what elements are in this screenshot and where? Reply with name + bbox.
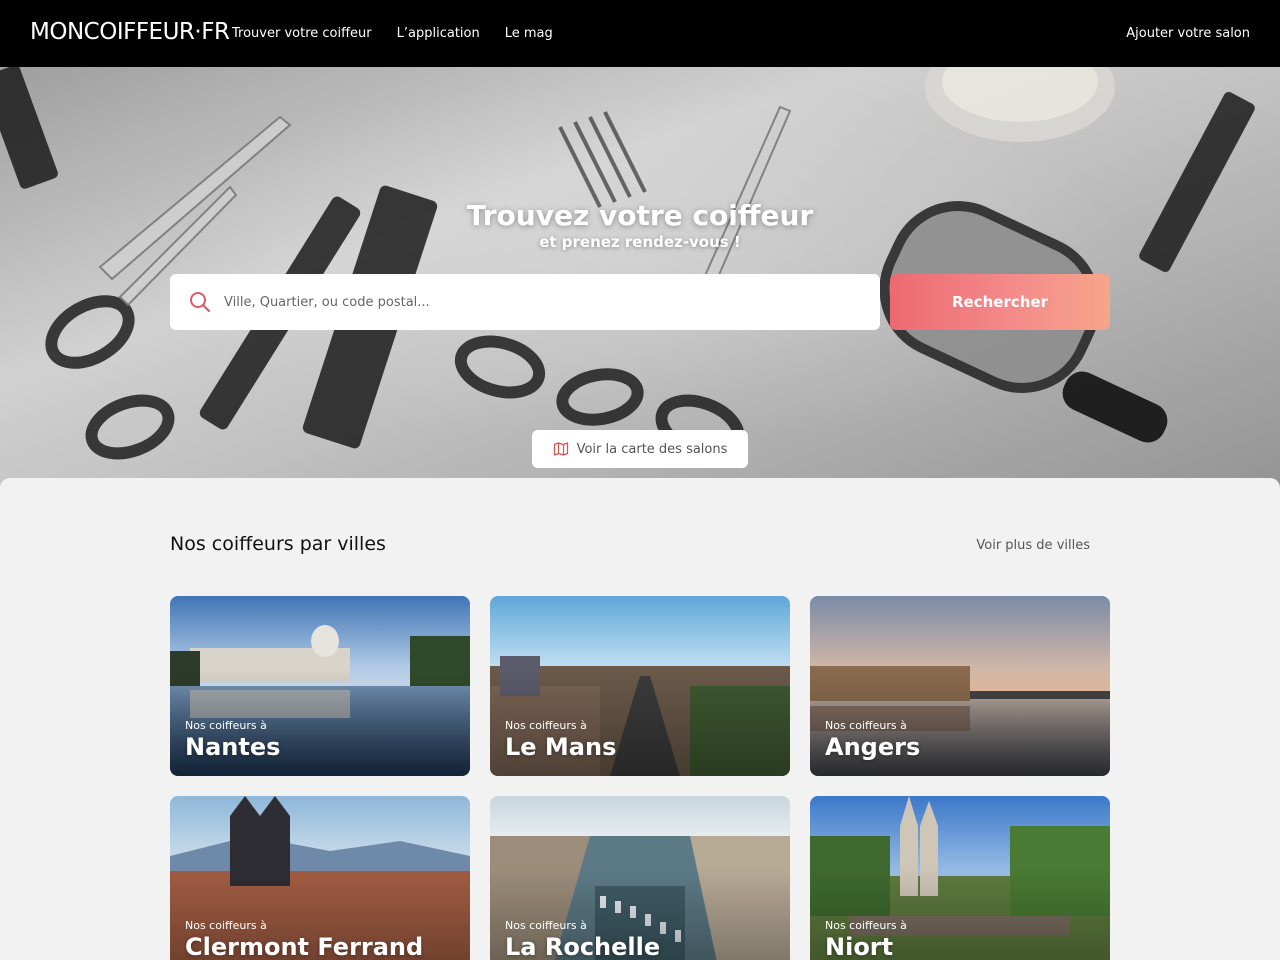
cities-section: Nos coiffeurs par villes Voir plus de vi…	[0, 478, 1280, 960]
nav-link-find-hairdresser[interactable]: Trouver votre coiffeur	[232, 26, 372, 41]
card-city-name: Nantes	[185, 733, 281, 761]
city-card-niort[interactable]: Nos coiffeurs à Niort	[810, 796, 1110, 960]
card-prefix: Nos coiffeurs à	[825, 719, 907, 732]
city-card-le-mans[interactable]: Nos coiffeurs à Le Mans	[490, 596, 790, 776]
main-navigation: Trouver votre coiffeur L’application Le …	[232, 0, 553, 67]
city-card-la-rochelle[interactable]: Nos coiffeurs à La Rochelle	[490, 796, 790, 960]
card-city-name: Clermont Ferrand	[185, 933, 424, 960]
search-button[interactable]: Rechercher	[890, 274, 1110, 330]
section-title: Nos coiffeurs par villes	[170, 533, 386, 555]
card-city-name: Angers	[825, 733, 921, 761]
add-salon-link[interactable]: Ajouter votre salon	[1126, 0, 1250, 67]
logo-text: MONCOIFFEUR·FR	[30, 19, 230, 45]
map-icon	[553, 442, 568, 456]
location-search-input[interactable]	[224, 274, 864, 330]
card-prefix: Nos coiffeurs à	[185, 919, 267, 932]
hero-title: Trouvez votre coiffeur	[466, 199, 814, 232]
card-prefix: Nos coiffeurs à	[505, 919, 587, 932]
card-city-name: Le Mans	[505, 733, 617, 761]
card-prefix: Nos coiffeurs à	[825, 919, 907, 932]
search-icon	[190, 292, 211, 313]
nav-link-magazine[interactable]: Le mag	[505, 26, 553, 41]
more-cities-link[interactable]: Voir plus de villes	[976, 538, 1090, 553]
city-card-angers[interactable]: Nos coiffeurs à Angers	[810, 596, 1110, 776]
view-salon-map-button[interactable]: Voir la carte des salons	[532, 430, 748, 468]
top-navigation-bar: MONCOIFFEUR·FR Trouver votre coiffeur L’…	[0, 0, 1280, 67]
card-prefix: Nos coiffeurs à	[185, 719, 267, 732]
card-city-name: La Rochelle	[505, 933, 661, 960]
site-logo[interactable]: MONCOIFFEUR·FR	[30, 17, 230, 47]
hero-banner: Trouvez votre coiffeur et prenez rendez-…	[0, 67, 1280, 497]
map-button-label: Voir la carte des salons	[576, 441, 728, 457]
search-box	[170, 274, 880, 330]
hero-subtitle: et prenez rendez-vous !	[539, 233, 741, 251]
city-card-clermont-ferrand[interactable]: Nos coiffeurs à Clermont Ferrand	[170, 796, 470, 960]
card-city-name: Niort	[825, 933, 894, 960]
nav-link-application[interactable]: L’application	[397, 26, 480, 41]
city-card-nantes[interactable]: Nos coiffeurs à Nantes	[170, 596, 470, 776]
card-prefix: Nos coiffeurs à	[505, 719, 587, 732]
